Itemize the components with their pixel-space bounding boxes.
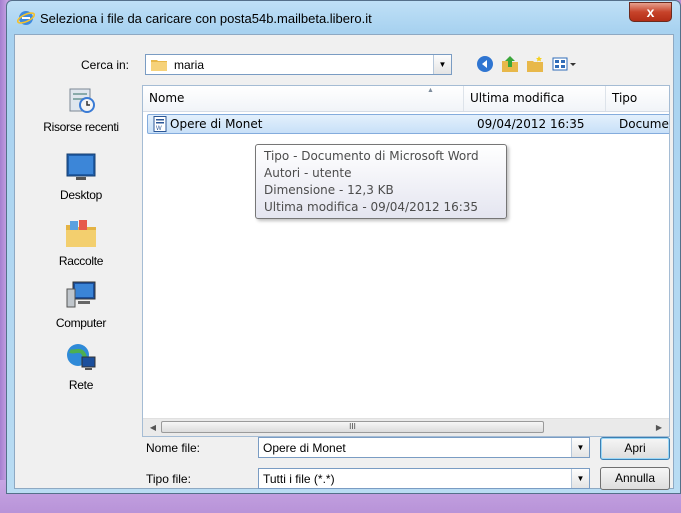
close-icon: x — [646, 4, 655, 20]
tooltip-modified: Ultima modifica - 09/04/2012 16:35 — [264, 200, 479, 214]
file-type: Documen — [619, 117, 669, 131]
computer-icon — [66, 281, 96, 308]
up-folder-icon[interactable] — [501, 55, 519, 73]
close-button[interactable]: x — [629, 2, 672, 22]
sort-ascending-icon: ▲ — [427, 87, 434, 94]
tooltip-type: Tipo - Documento di Microsoft Word — [264, 149, 479, 163]
place-label: Raccolte — [58, 254, 104, 268]
lookin-dropdown[interactable]: maria ▼ — [145, 54, 452, 75]
cancel-button[interactable]: Annulla — [600, 467, 670, 490]
open-button[interactable]: Apri — [600, 437, 670, 460]
chevron-down-icon[interactable]: ▼ — [571, 469, 589, 488]
place-recent[interactable]: Risorse recenti — [21, 83, 141, 134]
place-desktop[interactable]: Desktop — [21, 151, 141, 202]
filename-value: Opere di Monet — [263, 441, 346, 455]
horizontal-scrollbar[interactable]: ◀ III ▶ — [143, 418, 669, 436]
dialog-client-area: Cerca in: maria ▼ Risorse recenti Deskto… — [14, 34, 674, 490]
filetype-dropdown[interactable]: Tutti i file (*.*) ▼ — [258, 468, 590, 489]
view-menu-icon[interactable] — [552, 55, 578, 73]
place-network[interactable]: Rete — [21, 341, 141, 392]
desktop-icon — [66, 153, 96, 180]
file-modified: 09/04/2012 16:35 — [477, 117, 585, 131]
filename-input[interactable]: Opere di Monet ▼ — [258, 437, 590, 458]
scroll-left-icon[interactable]: ◀ — [145, 420, 161, 435]
file-name: Opere di Monet — [170, 117, 263, 131]
libraries-icon — [66, 220, 96, 247]
recent-places-icon — [69, 88, 95, 113]
file-open-dialog: Seleziona i file da caricare con posta54… — [6, 0, 681, 494]
place-label: Rete — [68, 378, 94, 392]
place-label: Desktop — [60, 188, 102, 202]
folder-icon — [151, 60, 167, 71]
column-header-name[interactable]: Nome — [143, 86, 463, 111]
column-header-modified[interactable]: Ultima modifica — [463, 86, 605, 111]
scroll-right-icon[interactable]: ▶ — [651, 420, 667, 435]
internet-explorer-icon — [17, 11, 35, 25]
tooltip-authors: Autori - utente — [264, 166, 352, 180]
lookin-label: Cerca in: — [81, 58, 130, 72]
scrollbar-grip: III — [349, 422, 356, 431]
tooltip-size: Dimensione - 12,3 KB — [264, 183, 394, 197]
back-icon[interactable] — [476, 55, 494, 73]
filetype-label: Tipo file: — [146, 472, 191, 486]
svg-text:W: W — [156, 126, 162, 132]
filetype-value: Tutti i file (*.*) — [263, 472, 335, 486]
place-label: Risorse recenti — [43, 120, 119, 134]
lookin-value: maria — [174, 58, 205, 72]
file-info-tooltip: Tipo - Documento di Microsoft Word Autor… — [255, 144, 507, 219]
chevron-down-icon[interactable]: ▼ — [433, 55, 451, 74]
place-libraries[interactable]: Raccolte — [21, 217, 141, 268]
word-document-icon: W — [153, 116, 167, 132]
places-bar: Risorse recenti Desktop Raccolte Compute… — [21, 83, 141, 428]
scrollbar-thumb[interactable]: III — [161, 421, 544, 433]
file-row[interactable]: W Opere di Monet 09/04/2012 16:35 Docume… — [147, 114, 669, 134]
network-icon — [67, 344, 96, 370]
title-bar[interactable]: Seleziona i file da caricare con posta54… — [7, 1, 680, 35]
file-list[interactable]: Nome ▲ Ultima modifica Tipo W Opere di M… — [142, 85, 670, 437]
place-label: Computer — [55, 316, 107, 330]
new-folder-icon[interactable] — [526, 55, 544, 73]
filename-label: Nome file: — [146, 441, 201, 455]
column-header-type[interactable]: Tipo — [605, 86, 669, 111]
file-list-header: Nome ▲ Ultima modifica Tipo — [143, 86, 669, 112]
chevron-down-icon[interactable]: ▼ — [571, 438, 589, 457]
place-computer[interactable]: Computer — [21, 279, 141, 330]
window-title: Seleziona i file da caricare con posta54… — [40, 11, 372, 26]
